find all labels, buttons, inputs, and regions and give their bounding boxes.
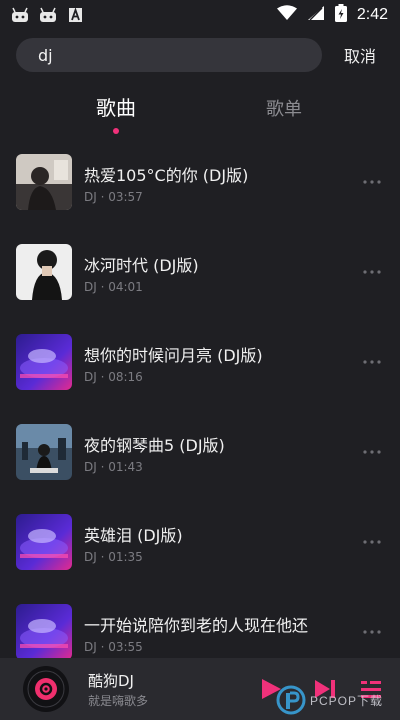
system-icons: 2:42 xyxy=(276,4,388,26)
tab-playlists[interactable]: 歌单 xyxy=(266,95,302,121)
cancel-button[interactable]: 取消 xyxy=(344,43,376,67)
active-tab-indicator xyxy=(113,128,119,134)
signal-icon xyxy=(307,5,325,25)
notification-icons xyxy=(10,7,86,23)
song-row[interactable]: 冰河时代 (DJ版) DJ · 04:01 xyxy=(0,242,400,308)
next-button[interactable] xyxy=(312,676,338,702)
more-dots-icon xyxy=(363,360,381,364)
song-row[interactable]: 夜的钢琴曲5 (DJ版) DJ · 01:43 xyxy=(0,422,400,488)
tab-songs[interactable]: 歌曲 xyxy=(96,92,136,121)
more-options-button[interactable] xyxy=(362,262,382,282)
song-cover xyxy=(16,244,72,300)
album-disc[interactable] xyxy=(22,665,70,713)
song-cover xyxy=(16,604,72,660)
song-meta: DJ · 03:57 xyxy=(84,190,143,204)
player-title: 酷狗DJ xyxy=(88,672,134,690)
song-cover xyxy=(16,514,72,570)
song-meta: DJ · 01:35 xyxy=(84,550,143,564)
more-options-button[interactable] xyxy=(362,622,382,642)
more-dots-icon xyxy=(363,630,381,634)
playlist-icon xyxy=(361,681,381,698)
player-subtitle: 就是嗨歌多 xyxy=(88,694,149,708)
song-row[interactable]: 想你的时候问月亮 (DJ版) DJ · 08:16 xyxy=(0,332,400,398)
more-dots-icon xyxy=(363,270,381,274)
more-dots-icon xyxy=(363,180,381,184)
next-icon xyxy=(315,680,335,698)
song-title: 热爱105°C的你 (DJ版) xyxy=(84,166,249,185)
song-meta: DJ · 01:43 xyxy=(84,460,143,474)
song-title: 夜的钢琴曲5 (DJ版) xyxy=(84,436,225,455)
search-box[interactable] xyxy=(16,38,322,72)
play-icon xyxy=(262,679,281,699)
more-dots-icon xyxy=(363,450,381,454)
song-cover xyxy=(16,334,72,390)
more-options-button[interactable] xyxy=(362,172,382,192)
play-button[interactable] xyxy=(258,676,284,702)
status-bar: 2:42 xyxy=(0,0,400,30)
song-title: 英雄泪 (DJ版) xyxy=(84,526,183,545)
song-meta: DJ · 08:16 xyxy=(84,370,143,384)
mini-player[interactable]: 酷狗DJ 就是嗨歌多 xyxy=(0,658,400,720)
more-dots-icon xyxy=(363,540,381,544)
search-header: 取消 xyxy=(16,38,386,72)
android-robot-icon xyxy=(10,7,30,23)
song-row[interactable]: 英雄泪 (DJ版) DJ · 01:35 xyxy=(0,512,400,578)
song-cover xyxy=(16,424,72,480)
font-a-icon xyxy=(66,7,86,23)
song-title: 一开始说陪你到老的人现在他还 xyxy=(84,616,309,635)
result-tabs: 歌曲 歌单 xyxy=(0,92,400,142)
battery-icon xyxy=(334,4,347,26)
wifi-icon xyxy=(276,5,297,25)
song-row[interactable]: 热爱105°C的你 (DJ版) DJ · 03:57 xyxy=(0,152,400,218)
song-title: 冰河时代 (DJ版) xyxy=(84,256,199,275)
playlist-button[interactable] xyxy=(358,676,384,702)
status-time: 2:42 xyxy=(356,6,388,23)
more-options-button[interactable] xyxy=(362,442,382,462)
song-meta: DJ · 03:55 xyxy=(84,640,143,654)
song-title: 想你的时候问月亮 (DJ版) xyxy=(84,346,263,365)
search-input[interactable] xyxy=(38,45,300,65)
song-meta: DJ · 04:01 xyxy=(84,280,143,294)
more-options-button[interactable] xyxy=(362,352,382,372)
android-robot-icon xyxy=(38,7,58,23)
more-options-button[interactable] xyxy=(362,532,382,552)
song-cover xyxy=(16,154,72,210)
